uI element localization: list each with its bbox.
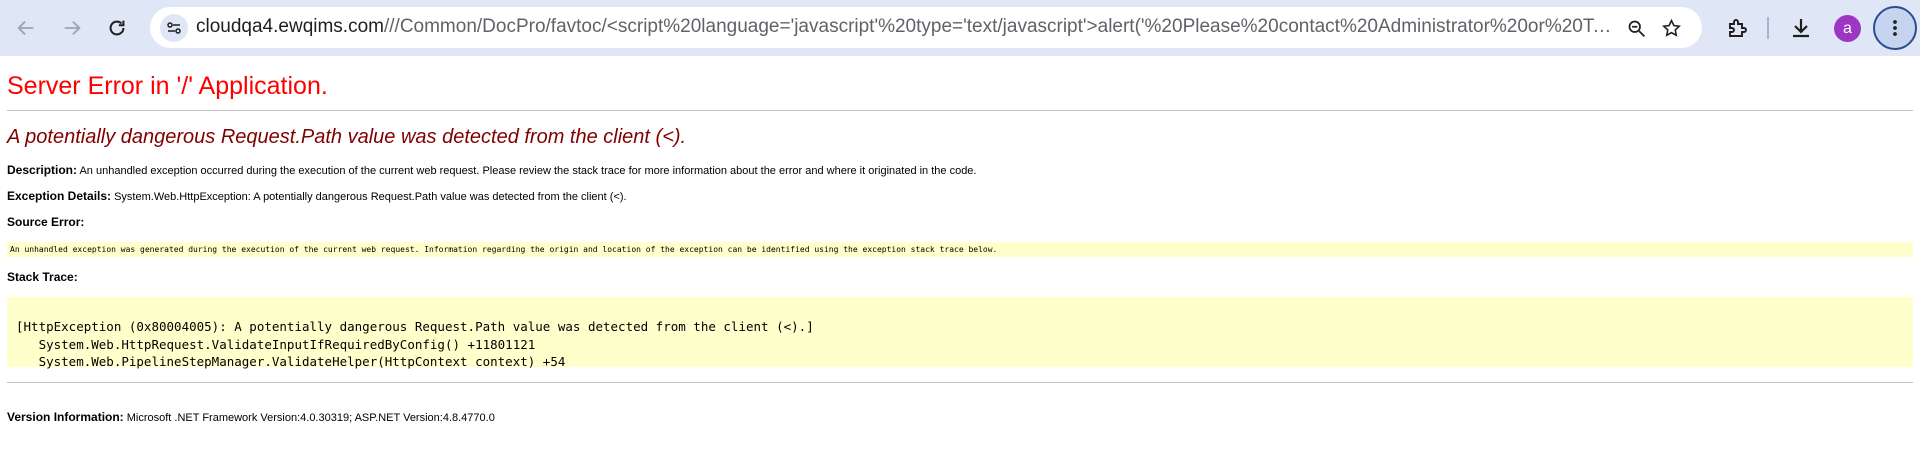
source-error-label: Source Error: xyxy=(7,215,85,229)
exception-label: Exception Details: xyxy=(7,189,112,203)
version-text: Microsoft .NET Framework Version:4.0.303… xyxy=(123,412,495,424)
url-host: cloudqa4.ewqims.com xyxy=(196,16,384,37)
address-bar[interactable]: cloudqa4.ewqims.com///Common/DocPro/favt… xyxy=(150,7,1702,48)
forward-arrow-icon[interactable] xyxy=(54,10,90,46)
stack-trace-heading: Stack Trace: xyxy=(7,270,78,284)
stack-trace-box: [HttpException (0x80004005): A potential… xyxy=(7,297,1913,369)
url-path: ///Common/DocPro/favtoc/<script%20langua… xyxy=(383,16,1616,37)
description-label: Description: xyxy=(7,163,78,177)
profile-avatar[interactable]: a xyxy=(1834,15,1861,42)
download-icon[interactable] xyxy=(1785,12,1817,44)
divider xyxy=(7,382,1913,383)
source-error-box: An unhandled exception was generated dur… xyxy=(7,242,1913,257)
error-subtitle: A potentially dangerous Request.Path val… xyxy=(7,126,687,148)
back-arrow-icon[interactable] xyxy=(8,10,44,46)
version-label: Version Information: xyxy=(7,410,124,424)
page-title: Server Error in '/' Application. xyxy=(7,72,328,100)
kebab-menu-icon[interactable] xyxy=(1873,6,1917,50)
description-text: An unhandled exception occurred during t… xyxy=(77,165,977,177)
browser-toolbar: cloudqa4.ewqims.com///Common/DocPro/favt… xyxy=(0,0,1920,56)
reload-icon[interactable] xyxy=(99,10,135,46)
url-text[interactable]: cloudqa4.ewqims.com///Common/DocPro/favt… xyxy=(196,16,1616,38)
exception-details-row: Exception Details: System.Web.HttpExcept… xyxy=(7,189,627,203)
zoom-icon[interactable] xyxy=(1623,15,1649,41)
source-error-heading: Source Error: xyxy=(7,215,84,229)
divider xyxy=(7,110,1913,111)
site-info-icon[interactable] xyxy=(160,14,188,42)
star-icon[interactable] xyxy=(1658,15,1684,41)
toolbar-separator xyxy=(1767,17,1769,39)
exception-text: System.Web.HttpException: A potentially … xyxy=(111,191,627,203)
stack-trace-label: Stack Trace: xyxy=(7,270,78,284)
version-info-row: Version Information: Microsoft .NET Fram… xyxy=(7,410,495,424)
extensions-icon[interactable] xyxy=(1722,12,1754,44)
description-row: Description: An unhandled exception occu… xyxy=(7,163,977,177)
